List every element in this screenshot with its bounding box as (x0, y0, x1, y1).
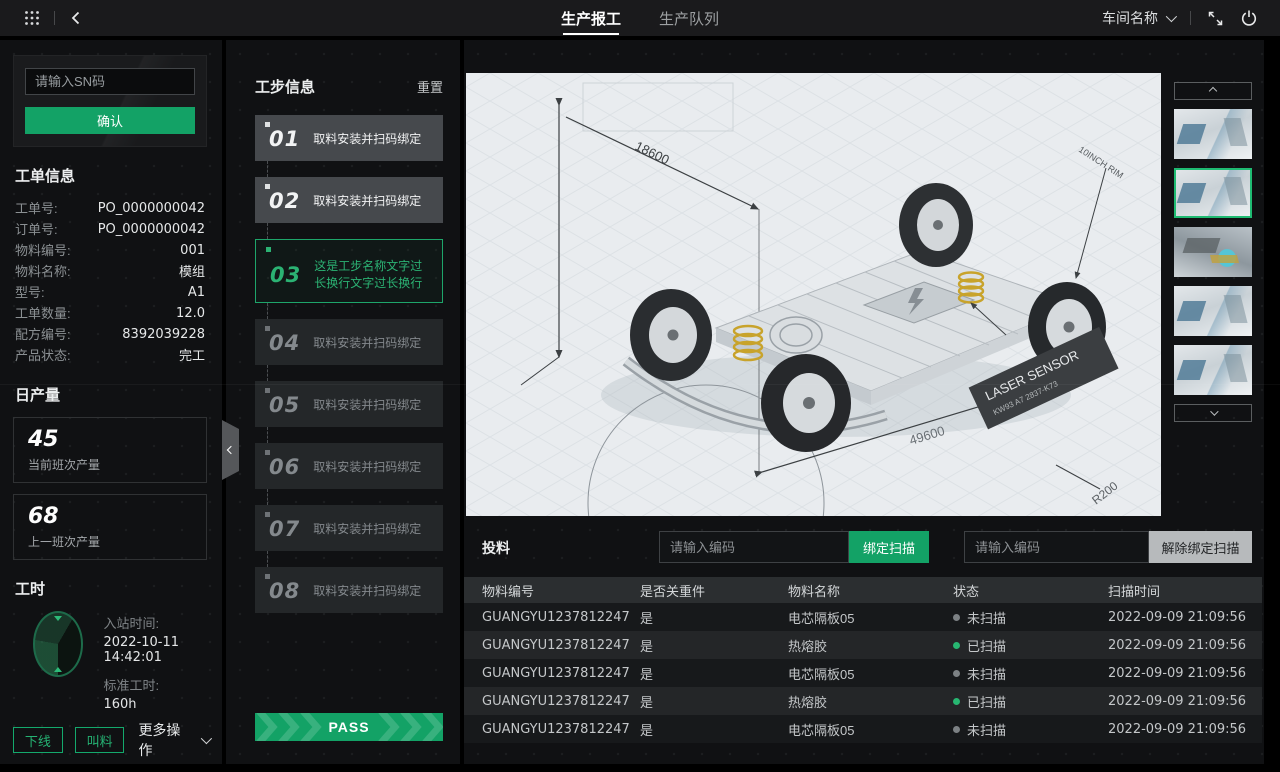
step-connector (267, 427, 268, 443)
wheel (761, 354, 851, 452)
field-row: 物料编号:001 (13, 240, 207, 261)
chevron-up-icon (1209, 87, 1217, 95)
fullscreen-icon[interactable] (1207, 10, 1224, 27)
call-material-button[interactable]: 叫料 (75, 727, 125, 753)
chevron-down-icon (1210, 407, 1218, 415)
table-row[interactable]: GUANGYU1237812247是 电芯隔板05 未扫描 2022-09-09… (464, 659, 1262, 687)
status-dot (953, 614, 960, 621)
step-item-06[interactable]: 06 取料安装并扫码绑定 (255, 443, 443, 489)
back-icon[interactable] (69, 11, 83, 25)
current-shift-output-card: 45 当前班次产量 (13, 417, 207, 483)
confirm-button[interactable]: 确认 (25, 107, 195, 134)
order-info-fields: 工单号:PO_0000000042 订单号:PO_0000000042 物料编号… (13, 198, 207, 366)
thumbs-scroll-down-button[interactable] (1174, 404, 1252, 422)
offline-button[interactable]: 下线 (13, 727, 63, 753)
step-item-08[interactable]: 08 取料安装并扫码绑定 (255, 567, 443, 613)
chevron-left-icon (226, 446, 234, 454)
previous-shift-output-label: 上一班次产量 (28, 533, 192, 550)
previous-shift-output-card: 68 上一班次产量 (13, 494, 207, 560)
tab-production-queue[interactable]: 生产队列 (659, 0, 719, 36)
materials-table: 物料编号是否关重件 物料名称状态 扫描时间 GUANGYU1237812247是… (464, 577, 1262, 743)
work-hours-title: 工时 (15, 578, 205, 599)
status-dot (953, 726, 960, 733)
thumbnail-3[interactable] (1174, 227, 1252, 277)
field-row: 工单号:PO_0000000042 (13, 198, 207, 219)
thumbnail-1[interactable] (1174, 109, 1252, 159)
step-item-05[interactable]: 05 取料安装并扫码绑定 (255, 381, 443, 427)
standard-hours-label: 标准工时: (103, 675, 207, 694)
daily-output-title: 日产量 (15, 384, 205, 405)
steps-panel: 工步信息 重置 01 取料安装并扫码绑定 02 取料安装并扫码绑定 03 这是工… (226, 40, 460, 764)
step-item-01[interactable]: 01 取料安装并扫码绑定 (255, 115, 443, 161)
chevron-down-icon (1166, 11, 1177, 22)
standard-hours-value: 160h (103, 697, 207, 712)
field-row: 型号:A1 (13, 282, 207, 303)
reset-button[interactable]: 重置 (417, 77, 443, 96)
step-item-02[interactable]: 02 取料安装并扫码绑定 (255, 177, 443, 223)
step-connector (267, 223, 268, 239)
sidebar-collapse-handle[interactable] (222, 420, 239, 480)
field-row: 物料名称:模组 (13, 261, 207, 282)
current-shift-output-label: 当前班次产量 (28, 456, 192, 473)
workshop-label: 车间名称 (1102, 8, 1158, 28)
field-row: 工单数量:12.0 (13, 303, 207, 324)
step-connector (267, 365, 268, 381)
status-dot (953, 670, 960, 677)
status-dot (953, 642, 960, 649)
wheel (899, 183, 973, 267)
pass-button[interactable]: PASS (255, 713, 443, 741)
left-sidebar: 确认 工单信息 工单号:PO_0000000042 订单号:PO_0000000… (0, 40, 222, 764)
thumbs-scroll-up-button[interactable] (1174, 82, 1252, 100)
tab-production-report[interactable]: 生产报工 (561, 0, 621, 36)
thumbnail-5[interactable] (1174, 345, 1252, 395)
step-connector (267, 303, 268, 319)
main-panel: 18600 49600 R200 (464, 40, 1264, 764)
topbar-divider (1190, 11, 1191, 25)
field-row: 配方编号:8392039228 (13, 324, 207, 345)
chevron-down-icon (201, 733, 212, 744)
power-icon[interactable] (1240, 9, 1258, 27)
status-dot (953, 698, 960, 705)
wheel (630, 289, 712, 381)
current-shift-output-value: 45 (28, 427, 192, 452)
topbar-divider (54, 11, 55, 25)
table-row[interactable]: GUANGYU1237812247是 热熔胶 已扫描 2022-09-09 21… (464, 687, 1262, 715)
bind-scan-button[interactable]: 绑定扫描 (849, 531, 929, 563)
step-item-03-active[interactable]: 03 这是工步名称文字过长换行文字过长换行 (255, 239, 443, 303)
steps-title: 工步信息 (255, 76, 315, 97)
topbar: 生产报工 生产队列 车间名称 (0, 0, 1280, 36)
step-connector (267, 489, 268, 505)
step-connector (267, 161, 268, 177)
work-hours-gauge (33, 611, 83, 677)
previous-shift-output-value: 68 (28, 504, 192, 529)
feeding-row: 投料 绑定扫描 解除绑定扫描 (464, 531, 1264, 563)
entry-time-label: 入站时间: (103, 613, 207, 632)
order-info-title: 工单信息 (15, 165, 205, 186)
step-item-07[interactable]: 07 取料安装并扫码绑定 (255, 505, 443, 551)
thumbnail-strip (1174, 73, 1252, 516)
unbind-code-input[interactable] (964, 531, 1149, 563)
sn-scan-card: 确认 (13, 55, 207, 147)
sn-input[interactable] (25, 68, 195, 95)
table-row[interactable]: GUANGYU1237812247是 热熔胶 已扫描 2022-09-09 21… (464, 631, 1262, 659)
feeding-label: 投料 (482, 538, 510, 558)
thumbnail-2-selected[interactable] (1174, 168, 1252, 218)
table-row[interactable]: GUANGYU1237812247是 电芯隔板05 未扫描 2022-09-09… (464, 715, 1262, 743)
step-item-04[interactable]: 04 取料安装并扫码绑定 (255, 319, 443, 365)
thumbnail-4[interactable] (1174, 286, 1252, 336)
main-tabs: 生产报工 生产队列 (561, 0, 719, 36)
more-operations-button[interactable]: 更多操作 (138, 720, 209, 760)
apps-grid-icon[interactable] (24, 10, 40, 26)
table-row[interactable]: GUANGYU1237812247是 电芯隔板05 未扫描 2022-09-09… (464, 603, 1262, 631)
unbind-scan-button[interactable]: 解除绑定扫描 (1149, 531, 1252, 563)
field-row: 产品状态:完工 (13, 345, 207, 366)
step-connector (267, 551, 268, 567)
workshop-selector[interactable]: 车间名称 (1102, 8, 1174, 28)
table-header-row: 物料编号是否关重件 物料名称状态 扫描时间 (464, 577, 1262, 603)
bind-code-input[interactable] (659, 531, 849, 563)
chassis-blueprint-image[interactable]: 18600 49600 R200 (466, 73, 1161, 516)
entry-time-value: 2022-10-11 14:42:01 (103, 635, 207, 665)
field-row: 订单号:PO_0000000042 (13, 219, 207, 240)
